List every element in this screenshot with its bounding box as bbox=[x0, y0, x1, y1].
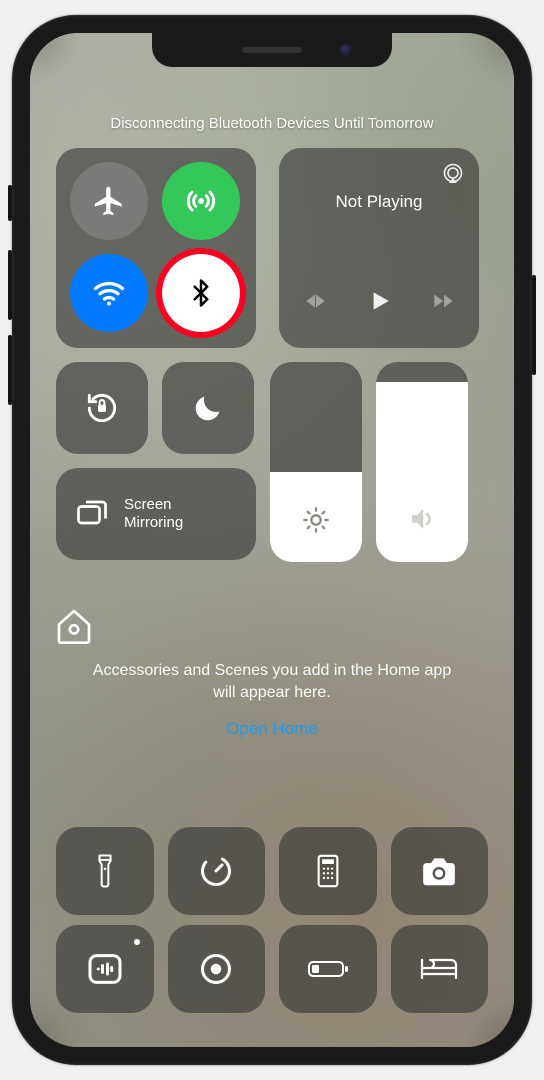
airplay-icon[interactable] bbox=[441, 162, 465, 186]
timer-icon bbox=[198, 853, 234, 889]
connectivity-panel[interactable] bbox=[56, 148, 256, 348]
bed-icon bbox=[418, 954, 460, 984]
home-section: Accessories and Scenes you add in the Ho… bbox=[54, 606, 490, 739]
brightness-icon bbox=[302, 506, 330, 534]
volume-up-button bbox=[8, 250, 12, 320]
bluetooth-toggle[interactable] bbox=[162, 254, 240, 332]
sleep-mode-button[interactable] bbox=[391, 925, 489, 1013]
front-camera bbox=[340, 44, 352, 56]
music-recognition-icon bbox=[85, 949, 125, 989]
shortcut-row-2 bbox=[54, 925, 490, 1013]
calculator-button[interactable] bbox=[279, 827, 377, 915]
battery-low-icon bbox=[306, 957, 350, 981]
screen-mirroring-button[interactable]: Screen Mirroring bbox=[56, 468, 256, 560]
mute-switch bbox=[8, 185, 12, 221]
cellular-icon bbox=[183, 183, 219, 219]
media-panel[interactable]: Not Playing bbox=[279, 148, 479, 348]
volume-slider[interactable] bbox=[376, 362, 468, 562]
orientation-lock-icon bbox=[83, 389, 121, 427]
volume-icon bbox=[407, 504, 437, 534]
flashlight-icon bbox=[91, 851, 119, 891]
side-button bbox=[532, 275, 536, 375]
open-home-link[interactable]: Open Home bbox=[54, 719, 490, 739]
cellular-data-toggle[interactable] bbox=[162, 162, 240, 240]
brightness-slider[interactable] bbox=[270, 362, 362, 562]
calculator-icon bbox=[314, 853, 342, 889]
shortcut-row-1 bbox=[54, 827, 490, 915]
notch bbox=[152, 33, 392, 67]
media-controls bbox=[293, 288, 465, 314]
camera-icon bbox=[420, 852, 458, 890]
airplane-icon bbox=[92, 184, 126, 218]
camera-button[interactable] bbox=[391, 827, 489, 915]
home-message: Accessories and Scenes you add in the Ho… bbox=[54, 660, 490, 705]
status-banner: Disconnecting Bluetooth Devices Until To… bbox=[54, 115, 490, 132]
screen: Disconnecting Bluetooth Devices Until To… bbox=[30, 33, 514, 1047]
airplane-mode-toggle[interactable] bbox=[70, 162, 148, 240]
wifi-toggle[interactable] bbox=[70, 254, 148, 332]
timer-button[interactable] bbox=[168, 827, 266, 915]
screen-record-button[interactable] bbox=[168, 925, 266, 1013]
speaker-grill bbox=[242, 47, 302, 53]
device-frame: Disconnecting Bluetooth Devices Until To… bbox=[12, 15, 532, 1065]
do-not-disturb-button[interactable] bbox=[162, 362, 254, 454]
orientation-lock-button[interactable] bbox=[56, 362, 148, 454]
music-recognition-button[interactable] bbox=[56, 925, 154, 1013]
wifi-icon bbox=[91, 275, 127, 311]
previous-button[interactable] bbox=[302, 288, 328, 314]
screen-mirroring-label: Screen Mirroring bbox=[124, 496, 183, 532]
next-button[interactable] bbox=[430, 288, 456, 314]
moon-icon bbox=[191, 391, 225, 425]
now-playing-title: Not Playing bbox=[293, 192, 465, 212]
home-icon bbox=[54, 606, 94, 646]
active-indicator-dot bbox=[134, 939, 140, 945]
volume-down-button bbox=[8, 335, 12, 405]
volume-fill bbox=[376, 382, 468, 562]
control-center: Disconnecting Bluetooth Devices Until To… bbox=[54, 57, 490, 1023]
bluetooth-icon bbox=[186, 278, 216, 308]
top-modules: Not Playing bbox=[54, 148, 490, 348]
screen-mirroring-icon bbox=[74, 496, 110, 532]
low-power-mode-button[interactable] bbox=[279, 925, 377, 1013]
flashlight-button[interactable] bbox=[56, 827, 154, 915]
record-icon bbox=[198, 951, 234, 987]
play-button[interactable] bbox=[366, 288, 392, 314]
